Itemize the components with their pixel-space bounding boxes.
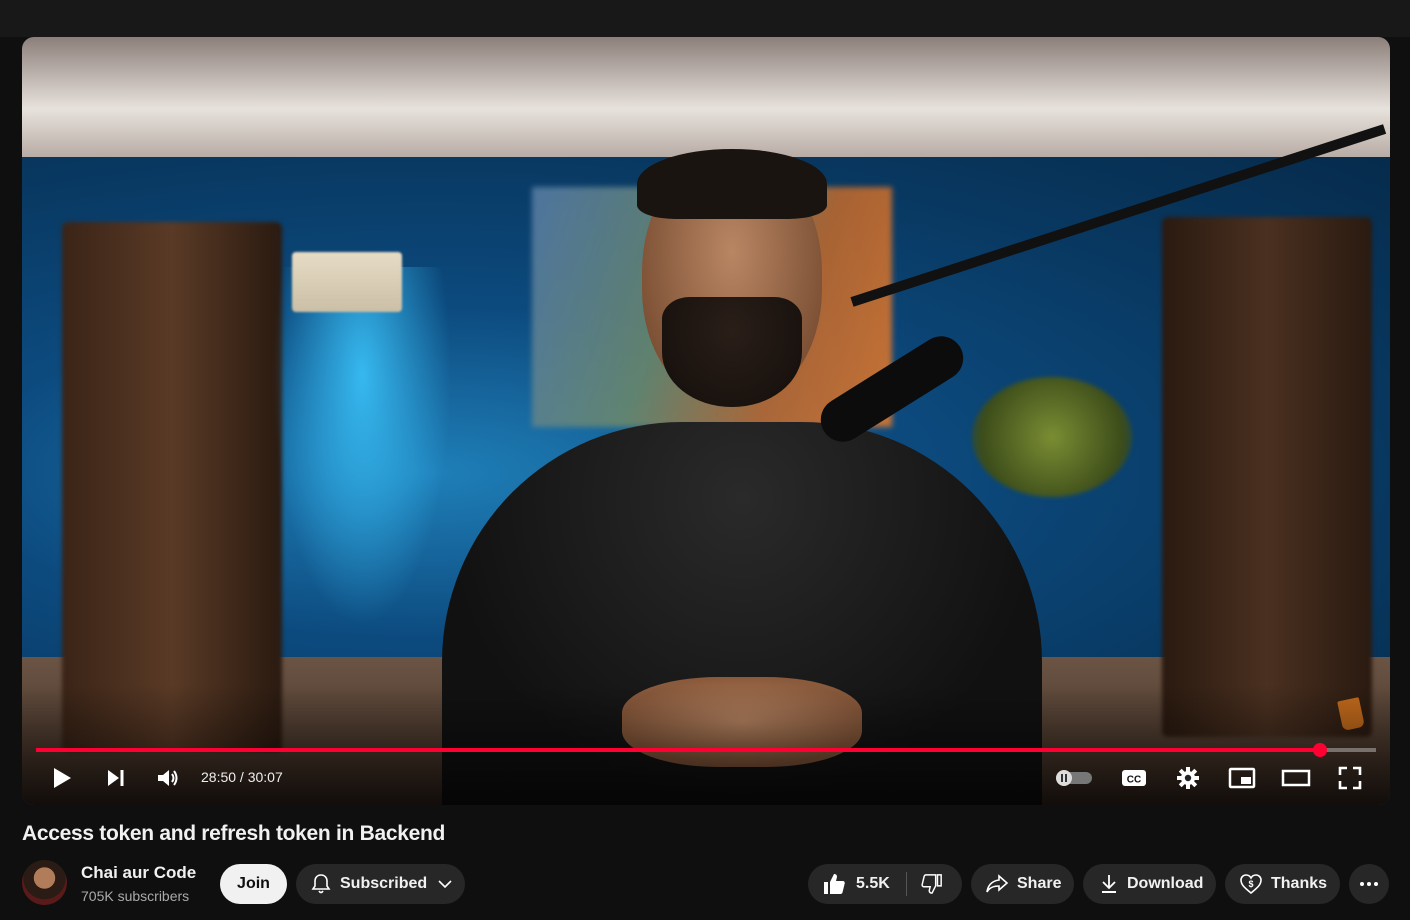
- bell-icon: [311, 874, 331, 894]
- join-label: Join: [237, 875, 270, 892]
- download-icon: [1102, 875, 1116, 893]
- captions-button[interactable]: CC: [1118, 762, 1150, 794]
- more-actions-button[interactable]: [1349, 864, 1389, 904]
- gear-icon: [1177, 767, 1199, 789]
- theater-button[interactable]: [1278, 762, 1314, 794]
- settings-button[interactable]: [1172, 762, 1204, 794]
- join-button[interactable]: Join: [220, 864, 287, 904]
- video-title: Access token and refresh token in Backen…: [22, 822, 446, 845]
- subscribed-label: Subscribed: [340, 875, 428, 892]
- like-divider: [905, 872, 907, 896]
- channel-avatar[interactable]: [22, 860, 67, 905]
- video-player[interactable]: 28:50 / 30:07 CC: [22, 37, 1390, 805]
- play-button[interactable]: [46, 762, 78, 794]
- theater-icon: [1281, 769, 1311, 787]
- thanks-button[interactable]: $ Thanks: [1225, 864, 1340, 904]
- subscribed-button[interactable]: Subscribed: [296, 864, 465, 904]
- more-icon: [1360, 882, 1378, 886]
- autoplay-toggle-icon: [1056, 770, 1092, 786]
- heart-dollar-icon: $: [1240, 874, 1262, 895]
- svg-text:$: $: [1248, 879, 1253, 889]
- next-icon: [108, 770, 124, 786]
- download-label: Download: [1127, 875, 1204, 892]
- svg-text:CC: CC: [1127, 775, 1141, 786]
- play-icon: [54, 768, 71, 788]
- channel-name[interactable]: Chai aur Code: [81, 863, 196, 883]
- chevron-down-icon: [438, 880, 452, 889]
- thanks-label: Thanks: [1271, 875, 1328, 892]
- autoplay-toggle[interactable]: [1054, 762, 1094, 794]
- progress-fill: [36, 748, 1320, 752]
- miniplayer-icon: [1228, 767, 1256, 789]
- share-icon: [986, 874, 1009, 893]
- fullscreen-icon: [1338, 766, 1362, 790]
- top-bar: [0, 0, 1410, 37]
- fullscreen-button[interactable]: [1334, 762, 1366, 794]
- like-dislike-group: 5.5K: [808, 864, 962, 904]
- thumbs-down-icon[interactable]: [921, 873, 943, 895]
- captions-icon: CC: [1122, 770, 1146, 786]
- miniplayer-button[interactable]: [1226, 762, 1258, 794]
- next-button[interactable]: [100, 762, 132, 794]
- volume-button[interactable]: [152, 762, 184, 794]
- volume-icon: [158, 770, 178, 786]
- thumbs-up-icon[interactable]: [822, 872, 846, 896]
- share-button[interactable]: Share: [971, 864, 1074, 904]
- share-label: Share: [1017, 875, 1062, 892]
- download-button[interactable]: Download: [1083, 864, 1216, 904]
- progress-scrubber[interactable]: [1312, 743, 1327, 757]
- time-display: 28:50 / 30:07: [201, 769, 283, 785]
- progress-bar[interactable]: [36, 743, 1376, 757]
- subscriber-count: 705K subscribers: [81, 888, 190, 904]
- like-count: 5.5K: [856, 875, 890, 892]
